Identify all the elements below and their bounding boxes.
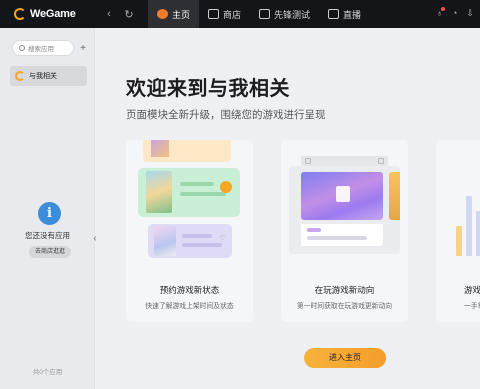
sidebar-item-label: 与我相关: [29, 73, 57, 80]
card-description: 第一时间获取在玩游戏更新动向: [296, 303, 393, 310]
card-title: 预约游戏新状态: [159, 285, 220, 295]
sidebar: 搜索应用 + 与我相关 i 您还没有应用 去商店逛逛 共0个应用 ‹: [0, 28, 97, 389]
enter-home-button[interactable]: 进入主页: [304, 348, 386, 368]
heart-icon: ♡: [219, 235, 226, 242]
main-content: 欢迎来到与我相关 页面模块全新升级，围绕您的游戏进行呈现 ♡ 预约游戏新状态 快…: [96, 28, 480, 389]
notification-icon[interactable]: ♁: [436, 7, 445, 19]
page-subtitle: 页面模块全新升级，围绕您的游戏进行呈现: [126, 109, 326, 121]
title-bar: WeGame ‹ ↻ 主页 商店 先锋测试 直播 ♁ ◔ ⇩: [0, 0, 480, 28]
app-name: WeGame: [30, 8, 76, 20]
test-icon: [259, 9, 271, 19]
skin-icon[interactable]: ◔: [452, 8, 457, 19]
app-logo[interactable]: WeGame: [14, 8, 92, 20]
live-icon: [328, 9, 340, 19]
app-count: 共0个应用: [32, 369, 63, 376]
tab-label: 先锋测试: [274, 9, 311, 20]
illustration: ♡: [148, 224, 232, 258]
tab-pioneer-test[interactable]: 先锋测试: [250, 0, 319, 28]
tab-label: 商店: [223, 9, 242, 20]
card-description: 快速了解游戏上架时间及状态: [145, 303, 234, 310]
illustration: [143, 140, 231, 162]
tab-live[interactable]: 直播: [319, 0, 370, 28]
go-to-store-button[interactable]: 去商店逛逛: [29, 246, 71, 258]
sidebar-item-related[interactable]: 与我相关: [10, 66, 87, 86]
illustration: [436, 140, 480, 280]
feature-card-reservation: ♡ 预约游戏新状态 快速了解游戏上架时间及状态: [126, 140, 253, 322]
card-title: 游戏: [464, 285, 480, 295]
wegame-icon: [15, 71, 25, 81]
tab-label: 主页: [172, 9, 191, 20]
card-description: 一手掌握个: [464, 303, 480, 310]
wegame-logo-icon: [14, 8, 26, 20]
tab-home[interactable]: 主页: [148, 0, 200, 28]
illustration: [289, 166, 400, 254]
page-title: 欢迎来到与我相关: [126, 78, 290, 100]
refresh-icon[interactable]: ↻: [124, 8, 134, 21]
search-input[interactable]: 搜索应用: [12, 40, 75, 56]
home-icon: [157, 9, 168, 19]
download-icon[interactable]: ⇩: [466, 8, 474, 19]
tab-store[interactable]: 商店: [199, 0, 250, 28]
search-icon: [19, 45, 25, 51]
store-icon: [208, 9, 220, 19]
card-title: 在玩游戏新动向: [314, 285, 375, 295]
info-icon: i: [38, 202, 61, 225]
feature-card-playing: 在玩游戏新动向 第一时间获取在玩游戏更新动向: [281, 140, 408, 322]
empty-message: 您还没有应用: [25, 231, 70, 240]
play-icon: [336, 186, 350, 202]
illustration: [301, 156, 388, 166]
search-placeholder: 搜索应用: [28, 46, 54, 53]
bell-icon: [220, 181, 232, 193]
tab-label: 直播: [343, 9, 362, 20]
feature-card-partial: 游戏 一手掌握个: [436, 140, 480, 322]
back-icon[interactable]: ‹: [104, 8, 114, 21]
add-app-button[interactable]: +: [80, 43, 86, 54]
illustration: [138, 168, 240, 217]
